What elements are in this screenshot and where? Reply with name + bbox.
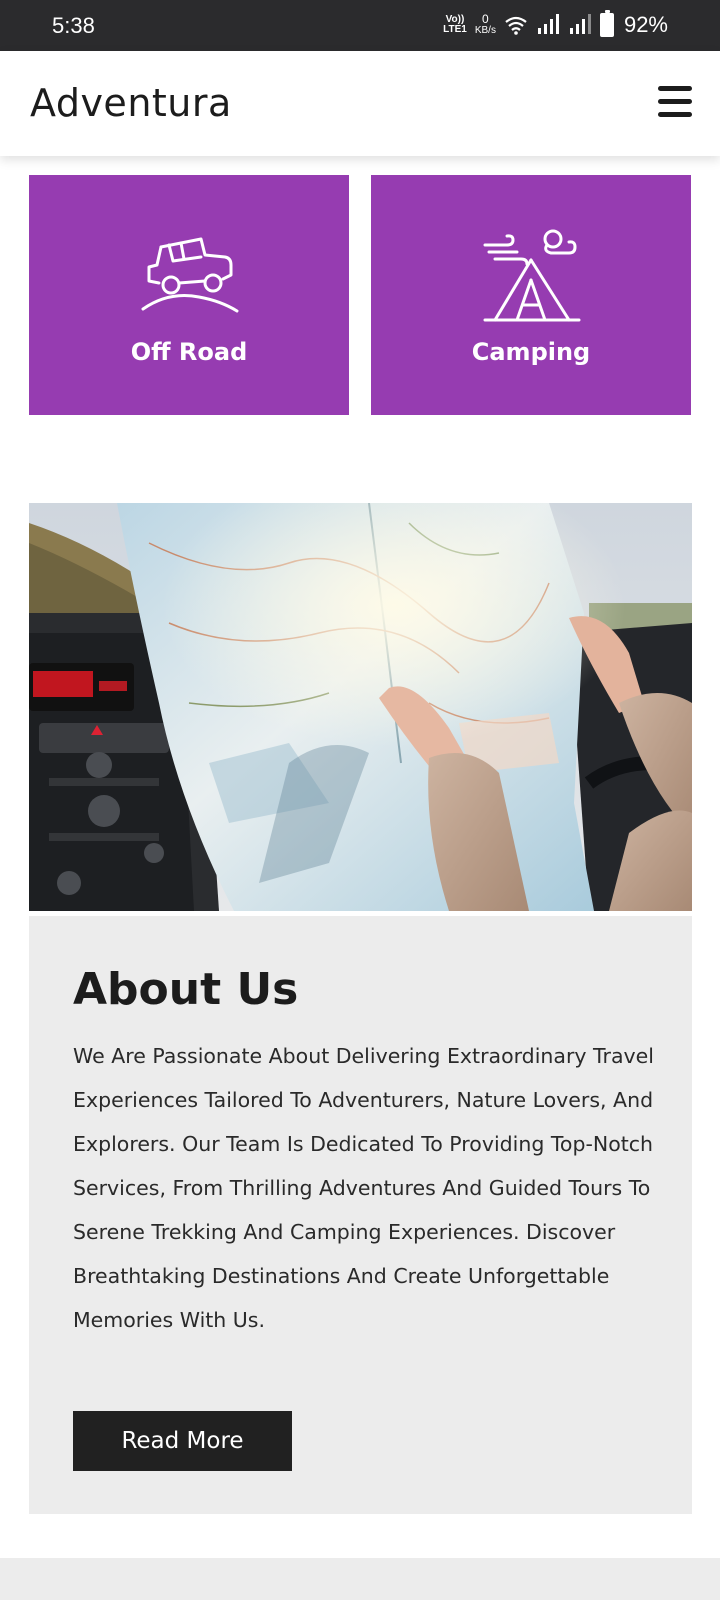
status-time: 5:38	[52, 13, 95, 38]
volte-bottom-label: LTE1	[443, 24, 467, 35]
tent-icon	[483, 229, 581, 322]
status-icons: Vo)) LTE1 0 KB/s 92%	[443, 10, 668, 40]
battery-percent: 92%	[623, 12, 668, 37]
signal-icon-sim2	[569, 14, 591, 34]
service-card-off-road[interactable]: Off Road	[29, 175, 349, 415]
about-section: About Us We Are Passionate About Deliver…	[29, 916, 692, 1514]
volte-indicator: Vo)) LTE1	[443, 15, 467, 35]
site-header: Adventura	[0, 51, 720, 156]
status-bar: 5:38 Vo)) LTE1 0 KB/s 92%	[0, 0, 720, 51]
map-in-car-photo	[29, 503, 692, 911]
signal-icon	[537, 14, 559, 34]
service-label-off-road: Off Road	[130, 338, 248, 366]
wifi-icon	[505, 16, 527, 35]
read-more-button[interactable]: Read More	[73, 1411, 292, 1471]
service-card-camping[interactable]: Camping	[371, 175, 691, 415]
battery-icon	[599, 10, 614, 37]
about-title: About Us	[73, 964, 299, 1015]
about-description: We Are Passionate About Delivering Extra…	[73, 1044, 654, 1332]
service-label-camping: Camping	[471, 338, 591, 366]
jeep-icon	[141, 237, 239, 313]
brand-logo-text[interactable]: Adventura	[30, 81, 232, 125]
next-section-strip	[0, 1558, 720, 1600]
network-speed-unit: KB/s	[474, 25, 496, 36]
hamburger-menu-icon[interactable]	[658, 86, 692, 118]
network-speed: 0 KB/s	[474, 12, 496, 36]
network-speed-value: 0	[482, 12, 489, 26]
